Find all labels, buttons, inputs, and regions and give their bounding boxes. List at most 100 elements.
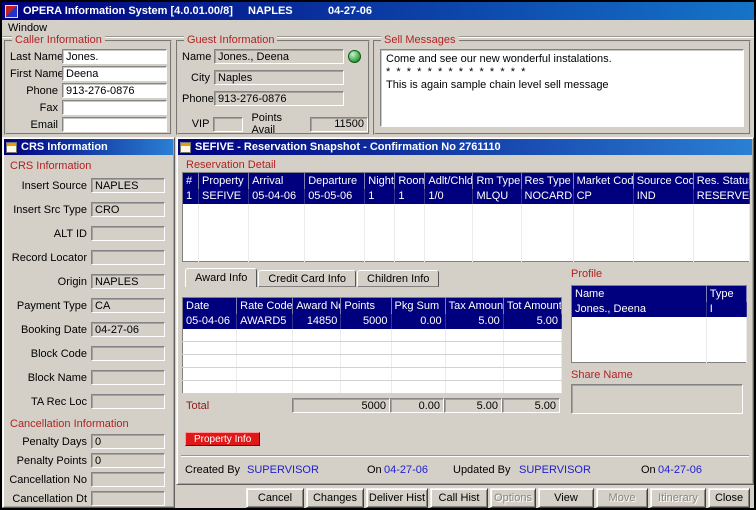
column-header: Rm Type <box>473 173 521 189</box>
city-label: City <box>182 72 214 84</box>
empty-row <box>183 381 562 394</box>
column-header: Award No <box>293 298 341 314</box>
separator-line <box>181 455 749 457</box>
empty-cell <box>341 355 391 368</box>
total-pkg-sum-field <box>390 398 444 413</box>
first-name-label: First Name <box>10 68 62 80</box>
caller-fax-row: Fax <box>10 100 170 115</box>
snapshot-body: Reservation Detail # Property Arrival De… <box>177 156 753 485</box>
column-header: Room <box>395 173 425 189</box>
tab-award-info[interactable]: Award Info <box>185 268 257 287</box>
reservation-row[interactable]: 1 SEFIVE 05-04-06 05-05-06 1 1 1/0 MLQU … <box>183 189 750 204</box>
caller-phone-label: Phone <box>10 85 62 97</box>
property-info-button[interactable]: Property Info <box>185 432 260 446</box>
payment-type-field <box>91 298 165 313</box>
empty-cell <box>183 342 237 355</box>
empty-cell <box>341 381 391 394</box>
column-header: # <box>183 173 199 189</box>
profile-row[interactable]: Jones., Deena I <box>572 302 747 317</box>
call-hist-button[interactable]: Call Hist <box>430 488 488 508</box>
column-header: Date <box>183 298 237 314</box>
close-button[interactable]: Close <box>708 488 750 508</box>
caller-phone-input[interactable] <box>62 83 167 98</box>
empty-cell <box>293 342 341 355</box>
sell-messages-group: Sell Messages Come and see our new wonde… <box>373 40 751 135</box>
record-locator-label: Record Locator <box>3 252 91 264</box>
email-input[interactable] <box>62 117 167 132</box>
empty-cell <box>395 204 425 262</box>
award-table: Date Rate Code Award No Points Pkg Sum T… <box>182 297 562 394</box>
city-field <box>214 70 344 85</box>
view-button[interactable]: View <box>538 488 594 508</box>
sell-messages-title: Sell Messages <box>381 34 459 46</box>
tab-bar: Award Info Credit Card Info Children Inf… <box>185 268 440 287</box>
tab-credit-card-info[interactable]: Credit Card Info <box>258 270 356 287</box>
fax-input[interactable] <box>62 100 167 115</box>
last-name-input[interactable] <box>62 49 167 64</box>
cell: 0.00 <box>391 314 445 329</box>
empty-cell <box>391 368 445 381</box>
total-points-field <box>292 398 390 413</box>
block-code-field <box>91 346 165 361</box>
profile-title: Profile <box>569 268 749 280</box>
globe-icon[interactable] <box>348 50 361 63</box>
column-header: Name <box>572 286 707 302</box>
crs-window-title: CRS Information <box>21 141 108 153</box>
empty-cell <box>237 342 293 355</box>
penalty-days-field <box>91 434 165 449</box>
empty-cell <box>183 329 237 342</box>
ta-rec-loc-field <box>91 394 165 409</box>
empty-row <box>183 329 562 342</box>
tab-children-info[interactable]: Children Info <box>357 270 439 287</box>
empty-cell <box>503 381 561 394</box>
last-name-label: Last Name <box>10 51 62 63</box>
guest-name-label: Name <box>182 51 214 63</box>
cell: AWARD5 <box>237 314 293 329</box>
origin-label: Origin <box>3 276 91 288</box>
guest-name-row: Name <box>182 49 368 64</box>
empty-cell <box>425 204 473 262</box>
cancellation-fields: Penalty Days Penalty Points Cancellation… <box>3 434 174 506</box>
cell: CP <box>573 189 633 204</box>
column-header: Res. Status <box>693 173 749 189</box>
ta-rec-loc-label: TA Rec Loc <box>3 396 91 408</box>
created-on-label: On <box>367 464 382 476</box>
column-header: Adlt/Chld <box>425 173 473 189</box>
block-code-label: Block Code <box>3 348 91 360</box>
penalty-points-field <box>91 453 165 468</box>
penalty-points-label: Penalty Points <box>3 455 91 467</box>
crs-window-icon <box>6 142 17 153</box>
insert-source-label: Insert Source <box>3 180 91 192</box>
guest-phone-field <box>214 91 344 106</box>
empty-cell <box>365 204 395 262</box>
empty-cell <box>183 381 237 394</box>
created-on-value: 04-27-06 <box>384 464 428 476</box>
crs-section-title: CRS Information <box>3 160 174 172</box>
empty-cell <box>503 355 561 368</box>
award-row[interactable]: 05-04-06 AWARD5 14850 5000 0.00 5.00 5.0… <box>183 314 562 329</box>
cell: 14850 <box>293 314 341 329</box>
cell: IND <box>633 189 693 204</box>
changes-button[interactable]: Changes <box>306 488 364 508</box>
title-bar: OPERA Information System [4.0.01.00/8] N… <box>2 2 754 20</box>
award-header-row: Date Rate Code Award No Points Pkg Sum T… <box>183 298 562 314</box>
caller-email-row: Email <box>10 117 170 132</box>
first-name-input[interactable] <box>62 66 167 81</box>
profile-section: Profile Name Type Jones., Deena I Sh <box>569 268 749 414</box>
sell-messages-box: Come and see our new wonderful instalati… <box>380 49 744 127</box>
empty-cell <box>391 342 445 355</box>
points-avail-label: Points Avail <box>243 112 310 136</box>
updated-on-value: 04-27-06 <box>658 464 702 476</box>
empty-cell <box>183 204 199 262</box>
empty-cell <box>391 355 445 368</box>
cell: 05-04-06 <box>249 189 305 204</box>
empty-cell <box>391 329 445 342</box>
reservation-header-row: # Property Arrival Departure Night Room … <box>183 173 750 189</box>
reservation-detail-title: Reservation Detail <box>179 159 276 171</box>
caller-first-name-row: First Name <box>10 66 170 81</box>
empty-cell <box>503 342 561 355</box>
cancel-button[interactable]: Cancel <box>246 488 304 508</box>
block-name-label: Block Name <box>3 372 91 384</box>
empty-cell <box>199 204 249 262</box>
deliver-hist-button[interactable]: Deliver Hist <box>366 488 428 508</box>
